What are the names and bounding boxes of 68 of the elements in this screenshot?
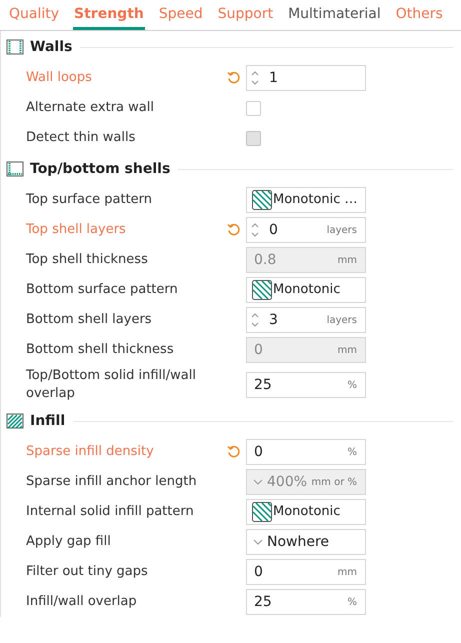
unit-label: layers xyxy=(326,224,357,238)
spin-field[interactable]: 0 layers xyxy=(246,217,366,243)
setting-label: Alternate extra wall xyxy=(26,99,155,117)
setting-label: Infill/wall overlap xyxy=(26,593,138,611)
setting-label: Sparse infill anchor length xyxy=(26,473,198,491)
field-value: 3 xyxy=(269,310,278,330)
section-title: Top/bottom shells xyxy=(30,160,170,178)
unit-label: layers xyxy=(326,314,357,328)
spin-arrows-icon[interactable] xyxy=(250,311,260,329)
section-title: Walls xyxy=(30,38,72,56)
pattern-dropdown[interactable]: Monotonic xyxy=(246,277,366,303)
unit-label: % xyxy=(347,378,357,392)
dropdown[interactable]: Nowhere xyxy=(246,529,366,555)
unit-label: mm or % xyxy=(311,476,357,490)
field-value: 1 xyxy=(269,68,278,88)
unit-label: % xyxy=(347,446,357,460)
setting-label: Top/Bottom solid infill/wall overlap xyxy=(26,367,197,403)
field-value: 25 xyxy=(254,376,272,394)
number-field[interactable]: 25 % xyxy=(246,372,366,398)
pattern-icon xyxy=(252,190,272,210)
section-title: Infill xyxy=(30,412,66,430)
chevron-icon[interactable] xyxy=(253,538,263,546)
walls-icon xyxy=(6,39,24,55)
unit-label: mm xyxy=(338,566,357,580)
field-value: Nowhere xyxy=(267,532,330,552)
unit-label: % xyxy=(347,596,357,610)
number-field[interactable]: 0 mm xyxy=(246,559,366,585)
spin-field[interactable]: 3 layers xyxy=(246,307,366,333)
pattern-dropdown[interactable]: Monotonic … xyxy=(246,187,366,213)
field-value: Monotonic … xyxy=(273,191,358,210)
field-value: 0 xyxy=(254,340,263,360)
setting-label: Bottom shell thickness xyxy=(26,341,175,359)
spin-arrows-icon[interactable] xyxy=(250,221,260,239)
field-value: 0.8 xyxy=(254,250,276,270)
setting-label: Detect thin walls xyxy=(26,129,136,147)
field-value: 0 xyxy=(254,562,263,582)
field-value: 25 xyxy=(254,592,272,612)
reset-icon[interactable] xyxy=(227,445,241,459)
setting-label: Bottom surface pattern xyxy=(26,281,179,299)
checkbox[interactable] xyxy=(246,100,261,116)
infill-icon xyxy=(6,413,24,429)
setting-label: Top shell layers xyxy=(26,221,127,239)
field-value: 0 xyxy=(254,442,263,462)
setting-label: Bottom shell layers xyxy=(26,311,153,329)
number-field[interactable]: 25 % xyxy=(246,589,366,615)
tab[interactable]: Multimaterial xyxy=(287,5,382,30)
field-value: 0 xyxy=(269,220,278,240)
spin-arrows-icon[interactable] xyxy=(250,69,260,87)
setting-label: Sparse infill density xyxy=(26,443,155,461)
field-value: 400% xyxy=(267,472,308,492)
setting-label: Top shell thickness xyxy=(26,251,149,269)
pattern-dropdown[interactable]: Monotonic xyxy=(246,499,366,525)
pattern-icon xyxy=(252,280,272,300)
number-field[interactable]: 0 % xyxy=(246,439,366,465)
pattern-icon xyxy=(252,502,272,522)
unit-label: mm xyxy=(338,254,357,268)
spin-field[interactable]: 1 xyxy=(246,65,366,91)
unit-label: mm xyxy=(338,344,357,358)
shells-icon xyxy=(6,161,24,177)
field-value: Monotonic xyxy=(273,281,340,300)
setting-label: Top surface pattern xyxy=(26,191,154,209)
reset-icon[interactable] xyxy=(227,71,241,85)
setting-label: Wall loops xyxy=(26,69,93,87)
field-value: Monotonic xyxy=(273,503,340,522)
reset-icon[interactable] xyxy=(227,223,241,237)
setting-label: Internal solid infill pattern xyxy=(26,503,195,521)
setting-label: Apply gap fill xyxy=(26,533,112,551)
setting-label: Filter out tiny gaps xyxy=(26,563,149,581)
